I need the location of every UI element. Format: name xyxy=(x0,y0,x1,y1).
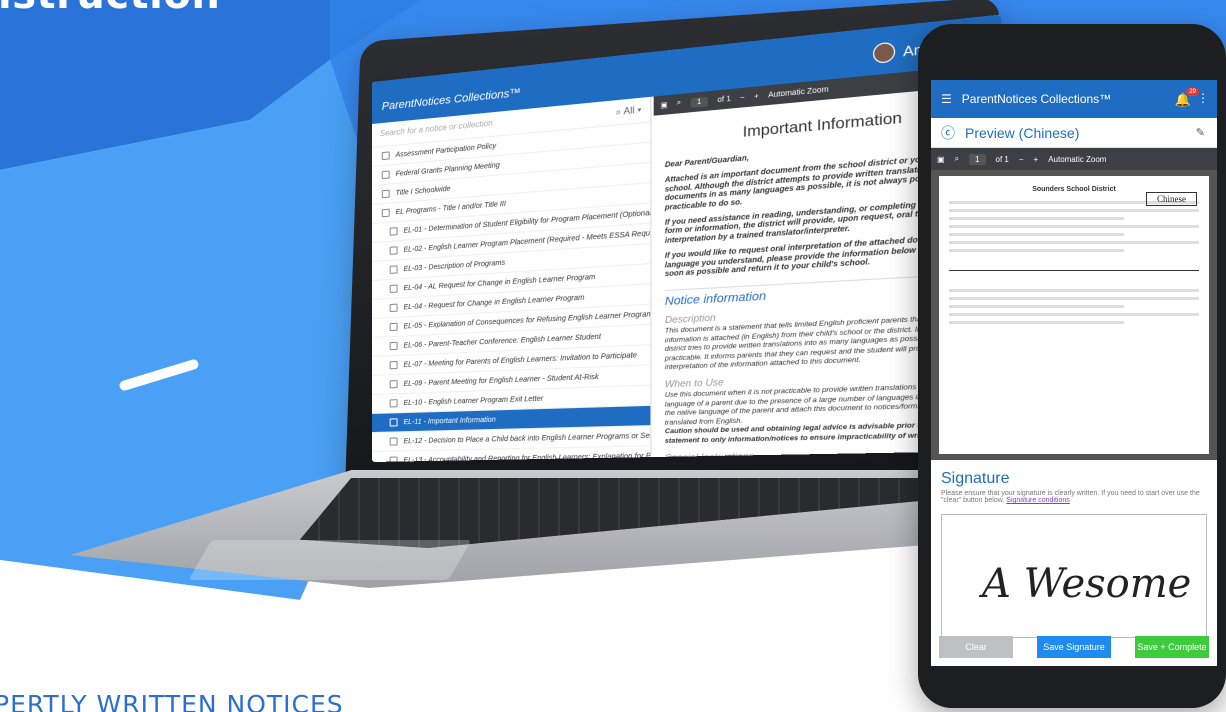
list-item-label: EL-06 - Parent-Teacher Conference: Engli… xyxy=(403,333,601,350)
signature-text: A Wesome xyxy=(978,561,1191,607)
hero-headline: istruction xyxy=(0,0,220,18)
list-item-label: EL-12 - Decision to Place a Child back i… xyxy=(403,431,652,445)
text-line xyxy=(949,297,1199,300)
document-icon xyxy=(389,341,398,351)
zoom-select[interactable]: Automatic Zoom xyxy=(1048,155,1106,164)
text-line xyxy=(949,225,1199,228)
document-icon xyxy=(389,227,398,236)
document-icon xyxy=(389,322,398,332)
list-item-label: EL-11 - Important Information xyxy=(403,416,496,426)
search-input[interactable]: Search for a notice or collection xyxy=(380,118,493,140)
laptop-trackpad xyxy=(188,540,472,580)
zoom-out-icon[interactable]: − xyxy=(740,94,745,102)
signature-drawing: A Wesome xyxy=(978,561,1191,607)
page-count: of 1 xyxy=(717,94,731,104)
text-line xyxy=(949,305,1124,308)
page-count: of 1 xyxy=(995,154,1009,164)
document-icon xyxy=(389,437,398,446)
edit-icon[interactable]: ✎ xyxy=(1196,126,1205,139)
list-item-label: Federal Grants Planning Meeting xyxy=(395,161,500,178)
laptop-screen: ParentNotices Collections™ Andrew T M Se… xyxy=(372,14,1002,462)
more-vertical-icon[interactable]: ⋮ xyxy=(1197,91,1209,105)
preview-title: Preview (Chinese) xyxy=(965,124,1080,141)
app-title: ParentNotices Collections™ xyxy=(961,92,1112,106)
zoom-out-icon[interactable]: − xyxy=(1019,155,1024,164)
document-icon xyxy=(389,265,398,274)
zoom-in-icon[interactable]: + xyxy=(1034,155,1039,164)
hero-tagline: PERTLY WRITTEN NOTICES xyxy=(0,690,344,712)
save-signature-button[interactable]: Save Signature xyxy=(1037,636,1111,658)
text-line xyxy=(949,233,1124,236)
list-item-label: Title I Schoolwide xyxy=(395,185,451,197)
save-complete-button[interactable]: Save + Complete xyxy=(1135,636,1209,658)
signature-conditions-link[interactable]: Signature conditions xyxy=(1006,497,1069,504)
list-item-label: EL-07 - Meeting for Parents of English L… xyxy=(403,351,637,369)
list-item-label: EL-10 - English Learner Program Exit Let… xyxy=(403,394,544,407)
document-icon xyxy=(389,380,398,389)
text-line xyxy=(949,249,1124,252)
text-line xyxy=(949,209,1199,212)
phone-header: ☰ ParentNotices Collections™ 🔔 29 ⋮ xyxy=(931,80,1217,118)
list-item-label: Assessment Participation Policy xyxy=(395,142,497,159)
document-icon xyxy=(389,303,398,313)
zoom-in-icon[interactable]: + xyxy=(754,92,759,100)
menu-icon[interactable]: ☰ xyxy=(941,92,952,106)
pdf-page: Sounders School District Chinese xyxy=(939,176,1209,454)
divider xyxy=(949,270,1199,271)
document-icon xyxy=(389,360,398,370)
signature-heading: Signature xyxy=(941,470,1010,487)
signature-instructions-text: Please ensure that your signature is cle… xyxy=(941,490,1200,504)
folder-open-icon xyxy=(381,208,390,218)
text-line xyxy=(949,321,1124,324)
filter-value: All xyxy=(623,104,635,117)
folder-icon xyxy=(381,151,390,161)
list-item-label: EL-03 - Description of Programs xyxy=(403,259,506,273)
pdf-viewer: Sounders School District Chinese xyxy=(931,170,1217,460)
avatar xyxy=(873,41,896,64)
signature-instructions: Please ensure that your signature is cle… xyxy=(941,490,1207,504)
pdf-toolbar: ▣ ⌕ 1 of 1 − + Automatic Zoom xyxy=(931,148,1217,170)
back-icon[interactable]: ⓒ xyxy=(941,123,955,143)
sidebar-toggle-icon[interactable]: ▣ xyxy=(660,101,667,110)
folder-icon xyxy=(381,170,390,180)
text-line xyxy=(949,289,1199,292)
document-icon xyxy=(389,246,398,255)
text-line xyxy=(949,313,1199,316)
signature-pad[interactable]: A Wesome xyxy=(941,514,1207,638)
app-title: ParentNotices Collections™ xyxy=(381,86,521,114)
phone-screen: ☰ ParentNotices Collections™ 🔔 29 ⋮ ⓒ Pr… xyxy=(931,80,1217,666)
text-line xyxy=(949,241,1199,244)
document-icon xyxy=(389,284,398,293)
list-item-label: EL Programs - Title I and/or Title III xyxy=(395,200,506,216)
page-number-input[interactable]: 1 xyxy=(969,153,986,165)
list-item-label: EL-04 - Request for Change in English Le… xyxy=(403,293,585,311)
text-line xyxy=(949,217,1124,220)
clear-button[interactable]: Clear xyxy=(939,636,1013,658)
document-icon xyxy=(389,399,398,408)
list-item-label: EL-09 - Parent Meeting for English Learn… xyxy=(403,373,599,388)
filter-select[interactable]: ⌕ All ▾ xyxy=(616,104,642,118)
page-number-input[interactable]: 1 xyxy=(690,96,709,108)
search-icon: ⌕ xyxy=(615,106,622,118)
search-icon[interactable]: ⌕ xyxy=(955,154,959,164)
search-icon[interactable]: ⌕ xyxy=(677,99,681,108)
collection-panel: Search for a notice or collection ⌕ All … xyxy=(372,96,652,462)
preview-header: ⓒ Preview (Chinese) ✎ xyxy=(931,118,1217,148)
sidebar-toggle-icon[interactable]: ▣ xyxy=(937,155,945,164)
document-icon xyxy=(389,418,398,427)
language-stamp: Chinese xyxy=(1146,192,1197,206)
zoom-select[interactable]: Automatic Zoom xyxy=(768,86,828,99)
folder-icon xyxy=(381,189,390,199)
chevron-down-icon: ▾ xyxy=(637,104,642,116)
signature-actions: Clear Save Signature Save + Complete xyxy=(931,636,1217,666)
document-icon xyxy=(389,456,398,462)
